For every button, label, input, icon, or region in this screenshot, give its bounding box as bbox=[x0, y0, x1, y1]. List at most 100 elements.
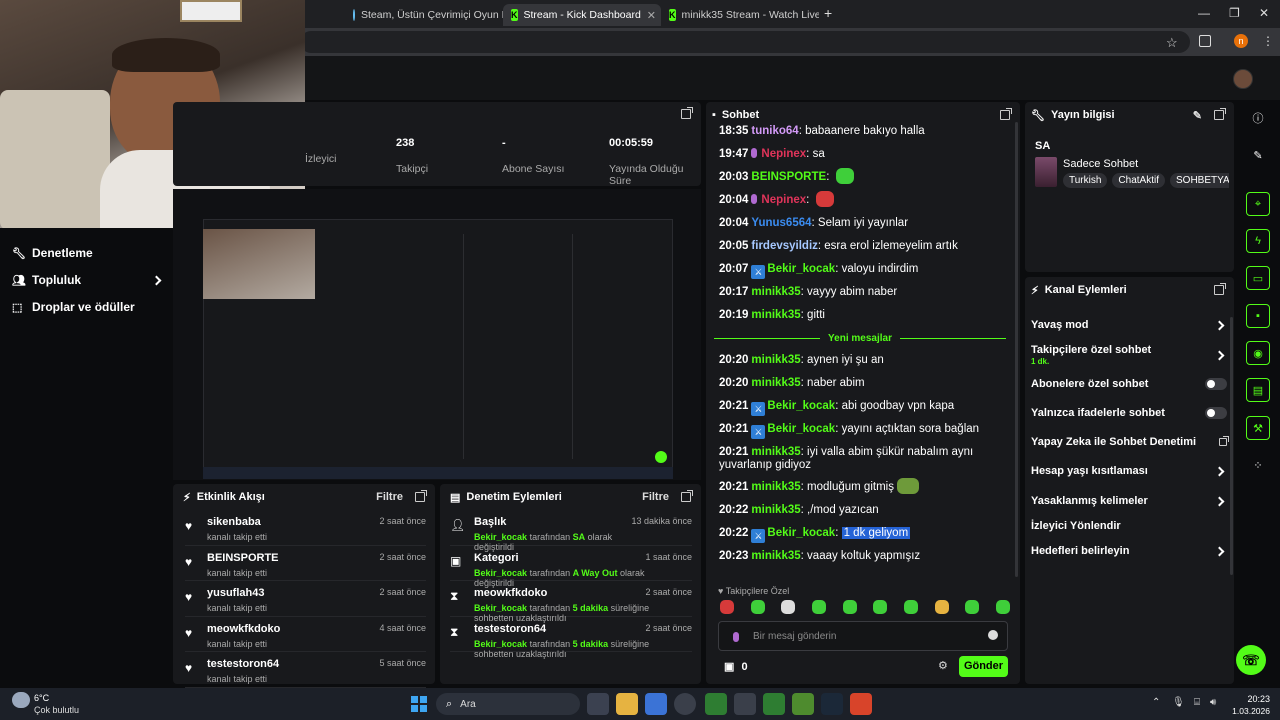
focus-icon[interactable]: ⌖ bbox=[1246, 192, 1270, 216]
chat-message[interactable]: 20:21 ⚔ Bekir_kocak: abi goodbay vpn kapa bbox=[706, 395, 1012, 418]
settings-gear-icon[interactable]: ⚙︎ bbox=[938, 659, 948, 672]
activity-item[interactable]: ♥ sikenbaba kanalı takip etti 2 saat önce bbox=[185, 510, 426, 546]
channel-action-item[interactable]: Yasaklanmış kelimeler bbox=[1031, 495, 1227, 507]
chat-message[interactable]: 20:21 minikk35: modluğum gitmiş bbox=[706, 476, 1012, 499]
store-icon[interactable] bbox=[645, 693, 667, 715]
message-username[interactable]: minikk35 bbox=[751, 377, 800, 389]
xbox-app-icon[interactable] bbox=[763, 693, 785, 715]
chat-message[interactable]: 20:17 minikk35: vayyy abim naber bbox=[706, 281, 1012, 304]
activity-user[interactable]: yusuflah43 bbox=[207, 587, 267, 599]
wrench-rail-icon[interactable]: ⚒ bbox=[1246, 416, 1270, 440]
file-explorer-icon[interactable] bbox=[616, 693, 638, 715]
channel-action-item[interactable]: Hesap yaşı kısıtlaması bbox=[1031, 465, 1227, 477]
moderator-name[interactable]: Bekir_kocak bbox=[474, 568, 527, 578]
chat-message[interactable]: 20:22 ⚔ Bekir_kocak: 1 dk geliyom bbox=[706, 522, 1012, 545]
message-username[interactable]: minikk35 bbox=[751, 550, 800, 562]
emoji-icon[interactable] bbox=[988, 630, 998, 640]
activity-item[interactable]: ♥ BEINSPORTE kanalı takip etti 2 saat önce bbox=[185, 546, 426, 581]
chat-message[interactable]: 20:07 ⚔ Bekir_kocak: valoyu indirdim bbox=[706, 258, 1012, 281]
obs-icon[interactable] bbox=[850, 693, 872, 715]
activity-user[interactable]: testestoron64 bbox=[207, 658, 279, 670]
chat-message[interactable]: 20:21 ⚔ Bekir_kocak: yayını açtıktan sora … bbox=[706, 418, 1012, 441]
channel-actions-scrollbar[interactable] bbox=[1230, 317, 1233, 575]
points-display[interactable]: ▣ 0 bbox=[724, 660, 748, 673]
message-username[interactable]: BEINSPORTE bbox=[751, 171, 826, 183]
mod-action-item[interactable]: ▣ Kategori Bekir_kocak tarafından A Way Ou… bbox=[450, 546, 692, 588]
emote-icon[interactable] bbox=[934, 600, 949, 614]
moderator-name[interactable]: Bekir_kocak bbox=[474, 639, 527, 649]
task-view-icon[interactable] bbox=[587, 693, 609, 715]
minecraft-icon[interactable] bbox=[792, 693, 814, 715]
mod-action-item[interactable]: ⧗ meowkfkdoko Bekir_kocak tarafından 5 dak… bbox=[450, 581, 692, 623]
channel-action-item[interactable]: Yapay Zeka ile Sohbet Denetimi bbox=[1031, 436, 1229, 448]
activity-user[interactable]: sikenbaba bbox=[207, 516, 267, 528]
tag-chip[interactable]: SOHBETYA bbox=[1170, 173, 1229, 188]
chat-message[interactable]: 20:04 Yunus6564: Selam iyi yayınlar bbox=[706, 212, 1012, 235]
activity-user[interactable]: meowkfkdoko bbox=[207, 623, 280, 635]
extensions-icon[interactable] bbox=[1199, 35, 1211, 47]
stream-preview[interactable] bbox=[173, 189, 701, 480]
grid-dots-icon[interactable]: ⁘ bbox=[1246, 453, 1270, 477]
chat-message[interactable]: 20:22 minikk35: ,/mod yazıcan bbox=[706, 499, 1012, 522]
channel-action-item[interactable]: İzleyici Yönlendir bbox=[1031, 520, 1227, 532]
document-icon[interactable]: ▭ bbox=[1246, 266, 1270, 290]
emote-icon[interactable] bbox=[811, 600, 826, 614]
chat-scrollbar[interactable] bbox=[1015, 122, 1018, 577]
emote-icon[interactable] bbox=[720, 600, 734, 614]
emote-icon[interactable] bbox=[903, 600, 918, 614]
moderator-name[interactable]: Bekir_kocak bbox=[474, 532, 527, 542]
sidebar-item-droplar[interactable]: ⬚ Droplar ve ödüller bbox=[12, 300, 135, 314]
channel-action-item[interactable]: Takipçilere özel sohbet 1 dk. bbox=[1031, 344, 1227, 366]
activity-item[interactable]: ♥ yusuflah43 kanalı takip etti 2 saat önce bbox=[185, 581, 426, 617]
message-username[interactable]: minikk35 bbox=[751, 446, 800, 458]
expand-icon[interactable] bbox=[1214, 283, 1226, 295]
channel-action-item[interactable]: Abonelere özel sohbet bbox=[1031, 378, 1227, 390]
new-tab-button[interactable]: + bbox=[824, 5, 832, 21]
chat-message[interactable]: 20:23 minikk35: vaaay koltuk yapmışız bbox=[706, 545, 1012, 568]
pencil-icon[interactable]: ✎ bbox=[1246, 143, 1270, 167]
message-username[interactable]: minikk35 bbox=[751, 354, 800, 366]
emote-icon[interactable] bbox=[995, 600, 1010, 614]
expand-icon[interactable] bbox=[681, 490, 693, 502]
broadcast-icon[interactable]: ◉ bbox=[1246, 341, 1270, 365]
chat-message[interactable]: 18:35 tuniko64: babaanere bakıyo halla bbox=[706, 120, 1012, 143]
message-username[interactable]: Bekir_kocak bbox=[767, 527, 835, 539]
chevron-right-icon[interactable] bbox=[1214, 466, 1225, 476]
tag-chip[interactable]: ChatAktif bbox=[1112, 173, 1165, 188]
emote-icon[interactable] bbox=[750, 600, 765, 614]
taskbar-search[interactable]: ⌕ Ara bbox=[436, 693, 580, 715]
moderator-name[interactable]: Bekir_kocak bbox=[474, 603, 527, 613]
chevron-right-icon[interactable] bbox=[1214, 350, 1225, 360]
tab-kick-watch[interactable]: K minikk35 Stream - Watch Live o ✕ bbox=[661, 4, 819, 26]
activity-user[interactable]: BEINSPORTE bbox=[207, 552, 279, 564]
expand-icon[interactable] bbox=[415, 490, 427, 502]
info-icon[interactable]: ⓘ bbox=[1246, 106, 1270, 130]
message-username[interactable]: Nepinex bbox=[761, 194, 806, 206]
layout-icon[interactable]: ▤ bbox=[1246, 378, 1270, 402]
message-username[interactable]: Nepinex bbox=[761, 148, 806, 160]
tab-kick-dashboard[interactable]: K Stream - Kick Dashboard ✕ bbox=[503, 4, 661, 26]
message-username[interactable]: minikk35 bbox=[751, 309, 800, 321]
xbox-icon[interactable] bbox=[705, 693, 727, 715]
chat-message[interactable]: 20:19 minikk35: gitti bbox=[706, 304, 1012, 327]
chat-message[interactable]: 20:04 Nepinex: bbox=[706, 189, 1012, 212]
message-username[interactable]: Bekir_kocak bbox=[767, 423, 835, 435]
emote-icon[interactable] bbox=[873, 600, 888, 614]
volume-icon[interactable]: 🔊︎ bbox=[1210, 697, 1216, 708]
channel-action-item[interactable]: Yavaş mod bbox=[1031, 319, 1227, 331]
profile-avatar[interactable]: n bbox=[1234, 34, 1248, 48]
menu-icon[interactable]: ⋮ bbox=[1262, 34, 1274, 48]
user-avatar[interactable] bbox=[1233, 69, 1253, 89]
channel-action-item[interactable]: Yalnızca ifadelerle sohbet bbox=[1031, 407, 1227, 419]
network-icon[interactable]: ⌸ bbox=[1194, 697, 1200, 708]
message-username[interactable]: minikk35 bbox=[751, 481, 800, 493]
filter-button[interactable]: Filtre bbox=[642, 491, 669, 503]
expand-icon[interactable] bbox=[681, 107, 693, 119]
chat-message[interactable]: 19:47 Nepinex: sa bbox=[706, 143, 1012, 166]
emote-icon[interactable] bbox=[965, 600, 980, 614]
edit-icon[interactable]: ✎ bbox=[1193, 109, 1202, 122]
chat-message[interactable]: 20:03 BEINSPORTE: bbox=[706, 166, 1012, 189]
close-window-icon[interactable]: ✕ bbox=[1259, 6, 1269, 20]
message-username[interactable]: firdevsyildiz bbox=[751, 240, 817, 252]
steam-taskbar-icon[interactable] bbox=[821, 693, 843, 715]
